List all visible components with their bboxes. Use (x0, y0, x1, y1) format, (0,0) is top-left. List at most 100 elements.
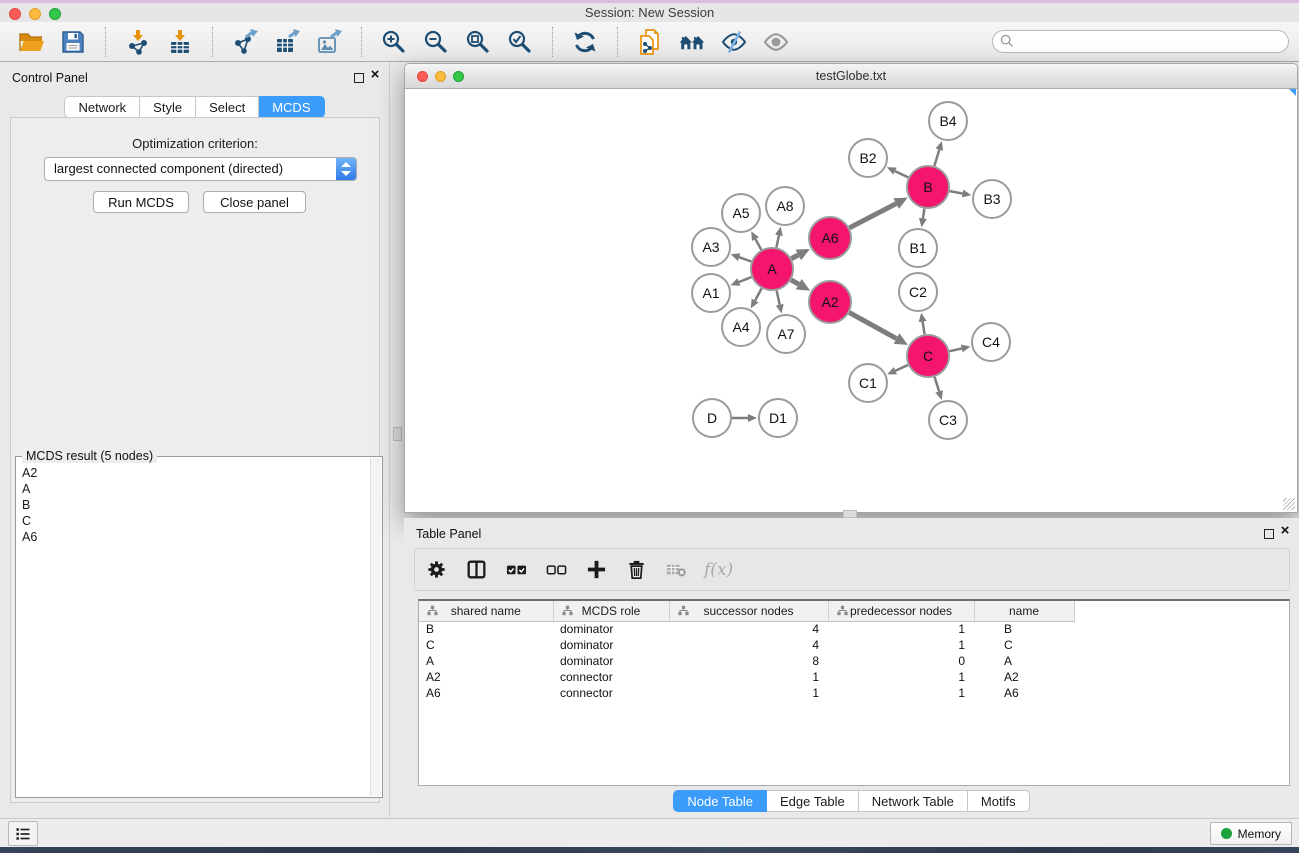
node-C1[interactable]: C1 (849, 364, 887, 402)
table-cell[interactable]: C (419, 637, 553, 653)
column-header-successor-nodes[interactable]: successor nodes (669, 601, 828, 621)
edge-C-C4[interactable] (950, 349, 962, 352)
import-table-button[interactable] (162, 25, 198, 59)
run-mcds-button[interactable]: Run MCDS (93, 191, 189, 213)
add-column-button[interactable] (584, 558, 608, 582)
column-header-MCDS-role[interactable]: MCDS role (553, 601, 669, 621)
table-cell[interactable]: dominator (553, 653, 669, 669)
table-cell[interactable]: 0 (828, 653, 974, 669)
node-B[interactable]: B (907, 166, 949, 208)
new-network-from-selection-button[interactable] (632, 25, 668, 59)
table-cell[interactable]: 8 (669, 653, 828, 669)
table-row[interactable]: A2connector11A2 (419, 669, 1289, 685)
export-table-button[interactable] (269, 25, 305, 59)
task-history-button[interactable] (8, 821, 38, 846)
table-row[interactable]: Bdominator41B (419, 621, 1289, 637)
table-cell[interactable]: B (419, 621, 553, 637)
column-layout-button[interactable] (464, 558, 488, 582)
node-D[interactable]: D (693, 399, 731, 437)
network-canvas[interactable]: B4B2BB3A8A5A6A3B1AA1C2A2A4A7C4CC1C3DD1 (406, 89, 1296, 511)
table-cell[interactable]: 1 (828, 685, 974, 701)
table-row[interactable]: Adominator80A (419, 653, 1289, 669)
table-cell[interactable]: A6 (419, 685, 553, 701)
node-B3[interactable]: B3 (973, 180, 1011, 218)
import-network-button[interactable] (120, 25, 156, 59)
edge-C-C3[interactable] (935, 377, 940, 391)
tab-network[interactable]: Network (64, 96, 140, 118)
close-panel-button[interactable]: Close panel (203, 191, 306, 213)
edge-B-B4[interactable] (934, 150, 939, 166)
close-table-panel-icon[interactable]: × (1277, 522, 1293, 540)
column-header-predecessor-nodes[interactable]: predecessor nodes (828, 601, 974, 621)
table-cell[interactable]: 1 (669, 685, 828, 701)
node-C4[interactable]: C4 (972, 323, 1010, 361)
tab-style[interactable]: Style (140, 96, 196, 118)
column-header-shared-name[interactable]: shared name (419, 601, 553, 621)
table-cell[interactable]: C (974, 637, 1074, 653)
zoom-out-button[interactable] (418, 25, 454, 59)
tab-network-table[interactable]: Network Table (859, 790, 968, 812)
mcds-result-item[interactable]: B (20, 497, 368, 513)
mcds-result-item[interactable]: A2 (20, 465, 368, 481)
table-cell[interactable]: B (974, 621, 1074, 637)
vertical-splitter-grip[interactable] (393, 427, 402, 441)
table-cell[interactable]: A2 (974, 669, 1074, 685)
node-A5[interactable]: A5 (722, 194, 760, 232)
first-neighbors-button[interactable] (674, 25, 710, 59)
table-cell[interactable]: dominator (553, 621, 669, 637)
tab-mcds[interactable]: MCDS (259, 96, 324, 118)
table-row[interactable]: Cdominator41C (419, 637, 1289, 653)
node-A2[interactable]: A2 (809, 281, 851, 323)
open-file-button[interactable] (13, 25, 49, 59)
node-C[interactable]: C (907, 335, 949, 377)
edge-C-C1[interactable] (895, 365, 908, 371)
search-input[interactable] (992, 30, 1289, 53)
horizontal-splitter-grip[interactable] (843, 510, 857, 518)
node-A1[interactable]: A1 (692, 274, 730, 312)
table-cell[interactable]: A2 (419, 669, 553, 685)
edge-A-A4[interactable] (755, 288, 762, 300)
table-row[interactable]: A6connector11A6 (419, 685, 1289, 701)
mcds-result-item[interactable]: C (20, 513, 368, 529)
node-C2[interactable]: C2 (899, 273, 937, 311)
node-B2[interactable]: B2 (849, 139, 887, 177)
float-table-panel-icon[interactable] (1264, 529, 1274, 539)
table-cell[interactable]: 1 (828, 637, 974, 653)
tab-select[interactable]: Select (196, 96, 259, 118)
apply-function-button[interactable]: f(x) (704, 560, 733, 580)
export-image-button[interactable] (311, 25, 347, 59)
table-cell[interactable]: connector (553, 685, 669, 701)
zoom-fit-button[interactable] (460, 25, 496, 59)
node-A8[interactable]: A8 (766, 187, 804, 225)
edge-A6-B[interactable] (850, 204, 897, 228)
table-cell[interactable]: dominator (553, 637, 669, 653)
delete-table-button[interactable] (664, 558, 688, 582)
edge-A-A6[interactable] (791, 255, 798, 259)
edge-B-B3[interactable] (950, 191, 963, 193)
zoom-in-button[interactable] (376, 25, 412, 59)
table-cell[interactable]: A (974, 653, 1074, 669)
tab-edge-table[interactable]: Edge Table (767, 790, 859, 812)
node-D1[interactable]: D1 (759, 399, 797, 437)
table-cell[interactable]: A (419, 653, 553, 669)
node-A3[interactable]: A3 (692, 228, 730, 266)
edge-B-B2[interactable] (895, 171, 908, 177)
network-window-titlebar[interactable]: testGlobe.txt (405, 64, 1297, 89)
select-all-button[interactable] (504, 558, 528, 582)
tab-motifs[interactable]: Motifs (968, 790, 1030, 812)
memory-button[interactable]: Memory (1210, 822, 1292, 845)
edge-A-A3[interactable] (739, 257, 751, 261)
table-cell[interactable]: 1 (828, 669, 974, 685)
mcds-result-item[interactable]: A (20, 481, 368, 497)
optimization-criterion-select[interactable]: largest connected component (directed) (44, 157, 357, 181)
column-header-name[interactable]: name (974, 601, 1074, 621)
table-cell[interactable]: A6 (974, 685, 1074, 701)
node-A7[interactable]: A7 (767, 315, 805, 353)
result-list-scrollbar[interactable] (370, 458, 381, 796)
edge-A-A2[interactable] (791, 280, 799, 284)
edge-A-A8[interactable] (776, 235, 779, 247)
table-cell[interactable]: 1 (828, 621, 974, 637)
node-A4[interactable]: A4 (722, 308, 760, 346)
node-A6[interactable]: A6 (809, 217, 851, 259)
table-cell[interactable]: 4 (669, 637, 828, 653)
